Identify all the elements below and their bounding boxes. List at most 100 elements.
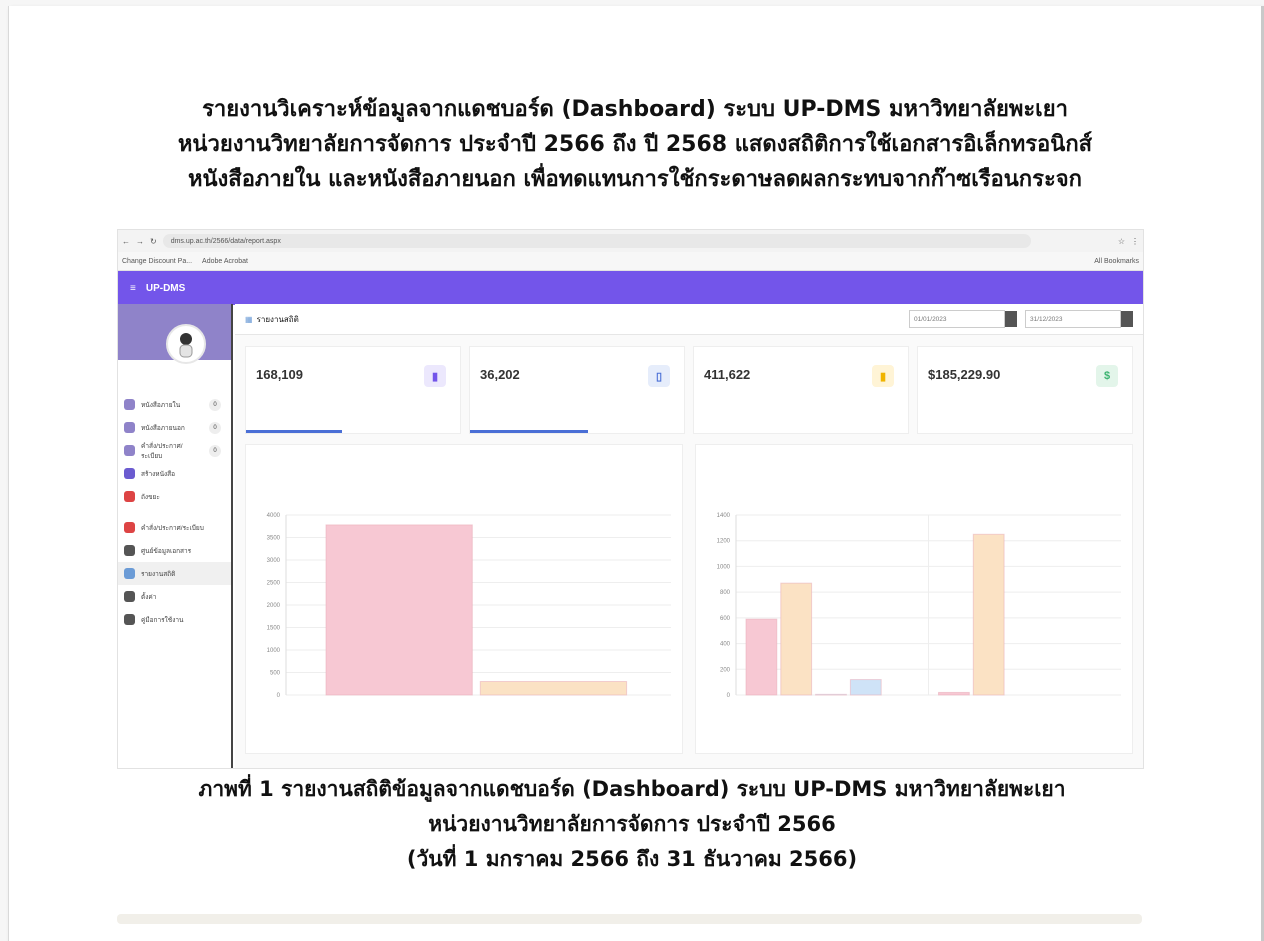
sidebar-item-orders-2[interactable]: คำสั่ง/ประกาศ/ระเบียบ — [118, 516, 231, 539]
stat-cards: 168,109 ▮ 36,202 ▯ 411,622 ▮ $185,229.90 $ — [245, 346, 1133, 434]
sidebar-item-data-center[interactable]: ศูนย์ข้อมูลเอกสาร — [118, 539, 231, 562]
bar — [849, 679, 882, 696]
chart-panel-right: 0 200 400 600 800 1000 1200 1400 — [695, 444, 1133, 754]
heading-line-3: หนังสือภายใน และหนังสือภายนอก เพื่อทดแทน… — [188, 167, 1082, 192]
y-tick-label: 2000 — [267, 603, 281, 609]
stat-value: 168,109 — [256, 367, 303, 382]
figure-caption: ภาพที่ 1 รายงานสถิติข้อมูลจากแดชบอร์ด (D… — [0, 772, 1264, 877]
progress-bar — [246, 430, 343, 433]
user-name: ​ — [118, 382, 231, 393]
sidebar-item-settings[interactable]: ตั้งค่า — [118, 585, 231, 608]
sidebar-item-manual[interactable]: คู่มือการใช้งาน — [118, 608, 231, 631]
bar — [815, 693, 847, 696]
chart-icon: ▦ — [245, 314, 253, 324]
back-icon[interactable]: ← — [122, 237, 130, 246]
y-tick-label: 0 — [727, 693, 731, 699]
y-tick-label: 500 — [270, 671, 281, 677]
heading-line-1: รายงานวิเคราะห์ข้อมูลจากแดชบอร์ด (Dashbo… — [202, 97, 1068, 122]
caption-line-3: (วันที่ 1 มกราคม 2566 ถึง 31 ธันวาคม 256… — [406, 847, 858, 871]
bar — [325, 524, 473, 696]
main-content: ▦ รายงานสถิติ 01/01/2023 31/12/2023 168,… — [235, 304, 1143, 768]
sidebar-item-external[interactable]: หนังสือภายนอก 0 — [118, 416, 231, 439]
bar — [972, 533, 1005, 696]
caption-line-2: หน่วยงานวิทยาลัยการจัดการ ประจำปี 2566 — [428, 812, 836, 836]
sidebar-label: คู่มือการใช้งาน — [141, 616, 184, 624]
dollar-icon: $ — [1096, 365, 1118, 387]
url-text: dms.up.ac.th/2566/data/report.aspx — [170, 237, 281, 245]
stat-value: 411,622 — [704, 367, 751, 382]
y-tick-label: 1400 — [717, 513, 731, 519]
stat-value: 36,202 — [480, 367, 520, 382]
page-title: รายงานสถิติ — [256, 314, 299, 324]
bar-chart-left: 0 500 1000 1500 2000 2500 3000 3500 4000 — [267, 513, 671, 699]
stat-card: 36,202 ▯ — [469, 346, 685, 434]
chart-panels: 0 500 1000 1500 2000 2500 3000 3500 4000 0 200 400… — [245, 444, 1133, 754]
count-badge: 0 — [209, 444, 221, 457]
date-range: 01/01/2023 31/12/2023 — [909, 310, 1133, 328]
sidebar-item-trash[interactable]: ถังขยะ — [118, 485, 231, 508]
sidebar-label: ถังขยะ — [141, 493, 160, 501]
address-bar[interactable]: dms.up.ac.th/2566/data/report.aspx — [162, 234, 1031, 248]
y-tick-label: 1500 — [267, 626, 281, 632]
sidebar: ​ หนังสือภายใน 0 หนังสือภายนอก 0 คำสั่ง/ปร… — [118, 304, 233, 768]
heading-line-2: หน่วยงานวิทยาลัยการจัดการ ประจำปี 2566 ถ… — [177, 132, 1093, 157]
stat-value: $185,229.90 — [928, 367, 1001, 382]
bar — [780, 582, 813, 696]
y-tick-label: 1200 — [717, 539, 731, 545]
stat-card: 168,109 ▮ — [245, 346, 461, 434]
sidebar-label: หนังสือภายนอก — [141, 424, 185, 432]
y-tick-label: 3000 — [267, 558, 281, 564]
stat-card: $185,229.90 $ — [917, 346, 1133, 434]
caption-line-1: ภาพที่ 1 รายงานสถิติข้อมูลจากแดชบอร์ด (D… — [198, 777, 1066, 801]
progress-bar — [470, 430, 588, 433]
chart-panel-left: 0 500 1000 1500 2000 2500 3000 3500 4000 — [245, 444, 683, 754]
report-heading: รายงานวิเคราะห์ข้อมูลจากแดชบอร์ด (Dashbo… — [9, 92, 1261, 197]
bar — [745, 618, 778, 696]
page-title-bar: ▦ รายงานสถิติ 01/01/2023 31/12/2023 — [235, 304, 1143, 335]
stat-card: 411,622 ▮ — [693, 346, 909, 434]
y-tick-label: 200 — [720, 667, 731, 673]
y-tick-label: 1000 — [717, 564, 731, 570]
bookmark-item[interactable]: Adobe Acrobat — [202, 258, 248, 265]
count-badge: 0 — [209, 421, 221, 434]
count-badge: 0 — [209, 398, 221, 411]
forward-icon[interactable]: → — [136, 237, 144, 246]
y-tick-label: 2500 — [267, 581, 281, 587]
sidebar-label: หนังสือภายใน — [141, 401, 181, 409]
star-icon[interactable]: ☆ — [1118, 237, 1125, 246]
sidebar-label: สร้างหนังสือ — [141, 470, 176, 478]
date-from-input[interactable]: 01/01/2023 — [909, 310, 1005, 328]
sidebar-item-create[interactable]: สร้างหนังสือ — [118, 462, 231, 485]
bookmark-item[interactable]: Change Discount Pa... — [122, 258, 192, 265]
y-tick-label: 400 — [720, 642, 731, 648]
bookmarks-bar: Change Discount Pa... Adobe Acrobat All … — [118, 252, 1143, 271]
bar — [479, 681, 628, 696]
app-header: ≡ UP-DMS — [118, 271, 1143, 305]
sidebar-label: ตั้งค่า — [141, 593, 157, 601]
y-tick-label: 1000 — [267, 648, 281, 654]
sidebar-label: คำสั่ง/ประกาศ/ระเบียบ — [141, 442, 183, 460]
avatar — [166, 324, 206, 364]
menu-icon[interactable]: ⋮ — [1131, 237, 1139, 246]
sidebar-label: ศูนย์ข้อมูลเอกสาร — [141, 547, 192, 555]
bar — [938, 691, 970, 696]
app-name: UP-DMS — [145, 282, 186, 294]
calendar-button[interactable] — [1121, 311, 1133, 327]
calendar-button[interactable] — [1005, 311, 1017, 327]
y-tick-label: 600 — [720, 616, 731, 622]
document-icon: ▮ — [424, 365, 446, 387]
y-tick-label: 3500 — [267, 536, 281, 542]
date-to-input[interactable]: 31/12/2023 — [1025, 310, 1121, 328]
sidebar-item-orders[interactable]: คำสั่ง/ประกาศ/ระเบียบ 0 — [118, 439, 231, 462]
sidebar-item-report[interactable]: รายงานสถิติ — [118, 562, 231, 585]
dashboard-screenshot: ← → ↻ dms.up.ac.th/2566/data/report.aspx… — [117, 229, 1144, 769]
next-screenshot-edge — [117, 914, 1142, 924]
y-tick-label: 4000 — [267, 513, 281, 519]
sidebar-label: รายงานสถิติ — [141, 570, 176, 578]
browser-toolbar: ← → ↻ dms.up.ac.th/2566/data/report.aspx… — [118, 230, 1143, 252]
sidebar-item-internal[interactable]: หนังสือภายใน 0 — [118, 393, 231, 416]
all-bookmarks[interactable]: All Bookmarks — [1094, 258, 1139, 265]
hamburger-icon[interactable]: ≡ — [130, 283, 136, 294]
reload-icon[interactable]: ↻ — [150, 237, 157, 246]
folder-icon: ▮ — [872, 365, 894, 387]
